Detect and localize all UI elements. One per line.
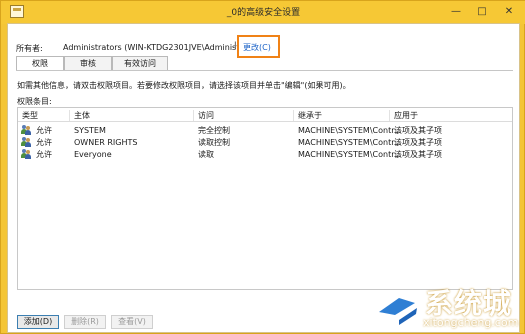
tab-effective-access[interactable]: 有效访问 [112, 56, 168, 70]
site-watermark: 系统城 xitongcheng.com [369, 280, 525, 334]
cell-principal: OWNER RIGHTS [74, 138, 138, 147]
cell-inherited-from: MACHINE\SYSTEM\Contr... [298, 150, 402, 159]
tab-permissions[interactable]: 权限 [16, 56, 64, 71]
column-header-principal[interactable]: 主体 [70, 110, 194, 121]
change-owner-link[interactable]: 更改(C) [243, 42, 271, 53]
title-bar[interactable]: _0的高级安全设置 — □ ✕ [1, 1, 525, 24]
add-button[interactable]: 添加(D) [17, 315, 59, 329]
cell-principal: Everyone [74, 150, 112, 159]
cell-type: 允许 [36, 150, 52, 159]
cell-access: 完全控制 [198, 126, 230, 135]
cell-inherited-from: MACHINE\SYSTEM\Contr... [298, 126, 402, 135]
cell-principal: SYSTEM [74, 126, 106, 135]
user-group-icon [21, 137, 32, 147]
column-header-access[interactable]: 访问 [194, 110, 294, 121]
column-header-inherited-from[interactable]: 继承于 [294, 110, 390, 121]
info-text: 如需其他信息，请双击权限项目。若要修改权限项目，请选择该项目并单击"编辑"(如果… [17, 81, 351, 90]
maximize-button[interactable]: □ [471, 3, 493, 20]
column-header-type[interactable]: 类型 [18, 110, 70, 121]
permission-entries-table[interactable]: 类型 主体 访问 继承于 应用于 允许 SYSTEM 完全控制 MACHINE\… [17, 107, 513, 290]
remove-button[interactable]: 删除(R) [64, 315, 106, 329]
tab-auditing[interactable]: 审核 [64, 56, 112, 70]
cell-access: 读取 [198, 150, 214, 159]
cell-applies-to: 该项及其子项 [394, 126, 442, 135]
cell-type: 允许 [36, 126, 52, 135]
xitongcheng-logo-icon [373, 292, 421, 330]
advanced-security-window: _0的高级安全设置 — □ ✕ 所有者: Administrators (WIN… [0, 0, 525, 334]
column-header-applies-to[interactable]: 应用于 [390, 110, 512, 121]
table-header: 类型 主体 访问 继承于 应用于 [18, 108, 512, 122]
cell-applies-to: 该项及其子项 [394, 138, 442, 147]
tab-divider [16, 70, 513, 71]
table-row[interactable]: 允许 Everyone 读取 MACHINE\SYSTEM\Contr... 该… [18, 149, 512, 160]
table-row[interactable]: 允许 SYSTEM 完全控制 MACHINE\SYSTEM\Contr... 该… [18, 125, 512, 136]
cell-access: 读取控制 [198, 138, 230, 147]
change-owner-highlight: 更改(C) [237, 35, 280, 58]
user-group-icon [21, 149, 32, 159]
view-button[interactable]: 查看(V) [111, 315, 153, 329]
cell-inherited-from: MACHINE\SYSTEM\Contr... [298, 138, 402, 147]
user-group-icon [21, 125, 32, 135]
table-row[interactable]: 允许 OWNER RIGHTS 读取控制 MACHINE\SYSTEM\Cont… [18, 137, 512, 148]
cell-applies-to: 该项及其子项 [394, 150, 442, 159]
minimize-button[interactable]: — [445, 3, 467, 20]
watermark-domain: xitongcheng.com [423, 316, 519, 329]
cell-type: 允许 [36, 138, 52, 147]
owner-label: 所有者: [16, 44, 43, 53]
close-button[interactable]: ✕ [498, 3, 520, 20]
entries-label: 权限条目: [17, 97, 52, 106]
